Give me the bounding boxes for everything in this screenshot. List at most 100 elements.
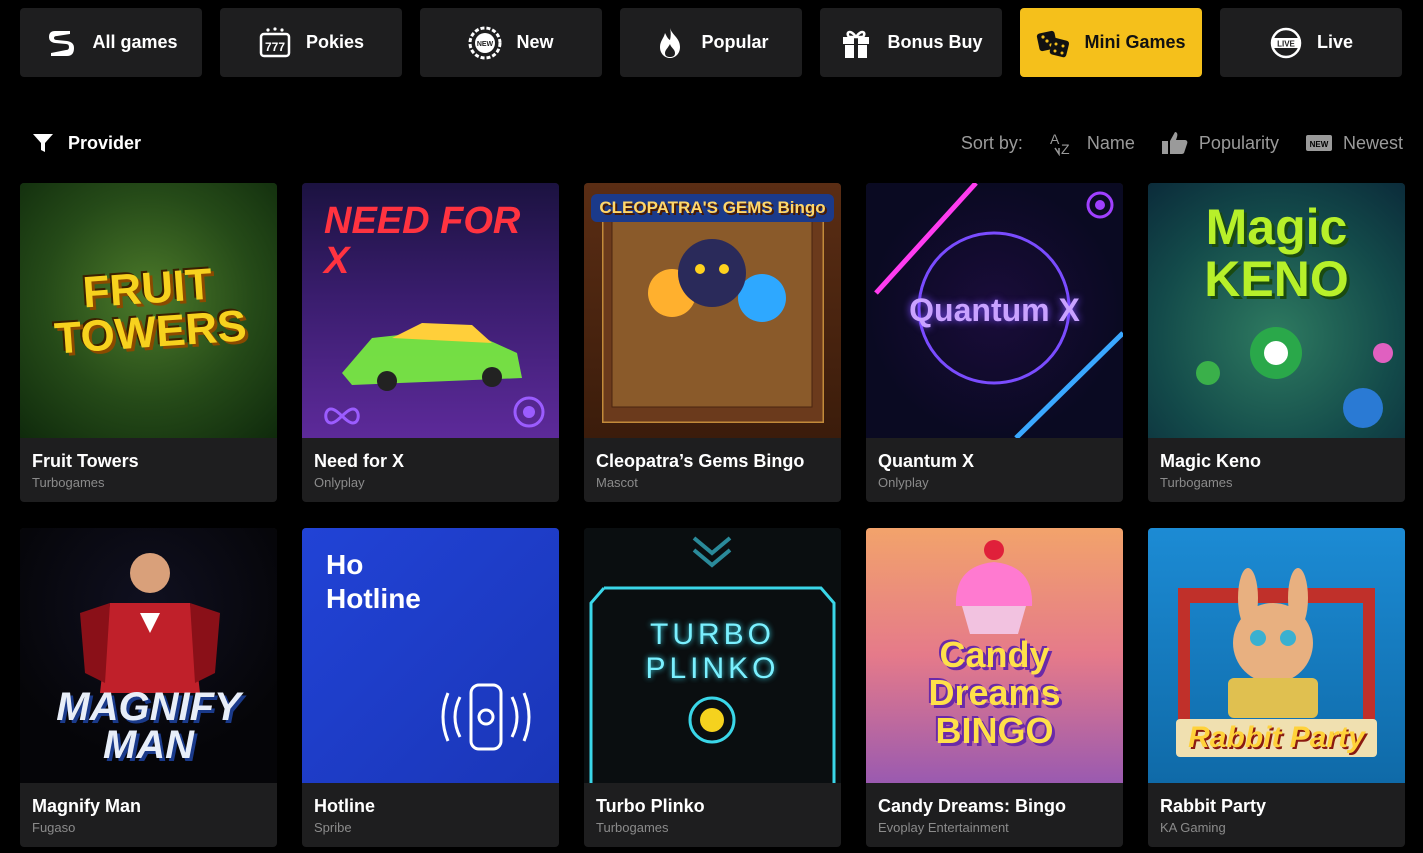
tab-new[interactable]: NEW New: [420, 8, 602, 77]
game-thumbnail[interactable]: Rabbit Party: [1148, 528, 1405, 783]
game-card-turbo-plinko[interactable]: TURBO PLINKO Turbo Plinko Turbogames: [584, 528, 841, 847]
game-provider: Spribe: [314, 820, 352, 835]
s-logo-icon: [44, 26, 78, 60]
game-thumbnail[interactable]: Candy Dreams BINGO: [866, 528, 1123, 783]
games-grid: FRUIT TOWERS Fruit Towers Turbogames NEE…: [20, 183, 1405, 847]
flame-icon: [653, 26, 687, 60]
game-card-fruit-towers[interactable]: FRUIT TOWERS Fruit Towers Turbogames: [20, 183, 277, 502]
game-provider: KA Gaming: [1160, 820, 1226, 835]
filter-sort-bar: Provider Sort by: AZ Name Popularity NEW…: [32, 128, 1403, 158]
svg-text:A: A: [1050, 131, 1060, 147]
new-badge-icon: NEW: [1305, 135, 1332, 151]
tab-mini-games[interactable]: Mini Games: [1020, 8, 1202, 77]
az-sort-icon: AZ: [1050, 131, 1070, 156]
game-name: Quantum X: [878, 451, 975, 471]
filter-icon: [33, 134, 53, 152]
game-art-title: FRUIT TOWERS: [52, 259, 248, 364]
game-thumbnail[interactable]: Ho Hotline: [302, 528, 559, 783]
tab-bonus-buy[interactable]: Bonus Buy: [820, 8, 1002, 77]
game-name: Turbo Plinko: [596, 796, 705, 816]
infinity-icon: [324, 407, 360, 425]
game-art-title: Quantum X: [909, 292, 1080, 328]
sort-popularity-label: Popularity: [1198, 132, 1279, 153]
slot-777-icon: 777: [258, 26, 292, 60]
svg-text:LIVE: LIVE: [1277, 39, 1295, 48]
game-provider: Turbogames: [596, 820, 669, 835]
tab-live[interactable]: LIVE Live: [1220, 8, 1402, 77]
game-art-title: Ho Hotline: [326, 549, 421, 614]
game-card-candy-dreams-bingo[interactable]: Candy Dreams BINGO Candy Dreams: Bingo E…: [866, 528, 1123, 847]
sort-name-label: Name: [1086, 132, 1135, 153]
tab-label: New: [516, 32, 554, 52]
dice-icon: [1036, 26, 1070, 60]
category-tabs: All games 777 Pokies NEW New Popular Bon…: [20, 8, 1402, 77]
target-icon: [513, 396, 545, 428]
tab-label: All games: [92, 32, 178, 52]
game-card-hotline[interactable]: Ho Hotline Hotline Spribe: [302, 528, 559, 847]
game-provider: Onlyplay: [878, 475, 929, 490]
game-art-title: Magic KENO: [1204, 199, 1349, 307]
game-art-title: Candy Dreams BINGO: [928, 634, 1061, 751]
sort-options: Sort by: AZ Name Popularity NEW Newest: [961, 130, 1403, 156]
game-name: Cleopatra’s Gems Bingo: [596, 451, 805, 471]
thumbs-up-icon: [1161, 132, 1188, 154]
game-thumbnail[interactable]: TURBO PLINKO: [584, 528, 841, 783]
game-card-need-for-x[interactable]: NEED FOR X Need for X Onlyplay: [302, 183, 559, 502]
provider-label: Provider: [68, 132, 142, 153]
game-card-magnify-man[interactable]: MAGNIFY MAN Magnify Man Fugaso: [20, 528, 277, 847]
keno-balls: [1196, 327, 1393, 428]
game-art-title: Rabbit Party: [1176, 719, 1377, 757]
game-card-cleopatras-gems-bingo[interactable]: CLEOPATRA'S GEMS Bingo Cleopatra’s Gems …: [584, 183, 841, 502]
tab-label: Mini Games: [1084, 32, 1186, 52]
game-provider: Turbogames: [32, 475, 105, 490]
svg-text:Z: Z: [1061, 141, 1070, 156]
game-provider: Fugaso: [32, 820, 76, 835]
car-illustration: [342, 323, 522, 391]
game-name: Candy Dreams: Bingo: [878, 796, 1067, 816]
tab-label: Popular: [701, 32, 769, 52]
svg-text:777: 777: [265, 40, 285, 54]
tab-all-games[interactable]: All games: [20, 8, 202, 77]
game-name: Magic Keno: [1160, 451, 1262, 471]
game-thumbnail[interactable]: MAGNIFY MAN: [20, 528, 277, 783]
tab-label: Bonus Buy: [887, 32, 983, 52]
game-card-rabbit-party[interactable]: Rabbit Party Rabbit Party KA Gaming: [1148, 528, 1405, 847]
game-name: Need for X: [314, 451, 405, 471]
game-thumbnail[interactable]: NEED FOR X: [302, 183, 559, 438]
game-thumbnail[interactable]: Quantum X: [866, 183, 1123, 438]
tab-label: Live: [1316, 32, 1354, 52]
game-provider: Mascot: [596, 475, 638, 490]
game-provider: Onlyplay: [314, 475, 365, 490]
game-thumbnail[interactable]: FRUIT TOWERS: [20, 183, 277, 438]
svg-text:NEW: NEW: [477, 41, 494, 48]
game-provider: Evoplay Entertainment: [878, 820, 1009, 835]
game-card-quantum-x[interactable]: Quantum X Quantum X Onlyplay: [866, 183, 1123, 502]
game-name: Magnify Man: [32, 796, 142, 816]
bingo-board: [602, 203, 824, 423]
sort-by-label: Sort by:: [960, 132, 1023, 153]
provider-filter-button[interactable]: Provider: [32, 132, 141, 154]
game-art-title: MAGNIFY MAN: [56, 685, 241, 767]
cupcake-illustration: [955, 540, 1033, 634]
tab-popular[interactable]: Popular: [620, 8, 802, 77]
game-art-title: CLEOPATRA'S GEMS Bingo: [591, 194, 834, 222]
game-card-magic-keno[interactable]: Magic KENO Magic Keno Turbogames: [1148, 183, 1405, 502]
game-name: Fruit Towers: [32, 451, 139, 471]
gift-icon: [839, 26, 873, 60]
sort-by-popularity[interactable]: Popularity: [1161, 130, 1279, 156]
game-art-title: NEED FOR X: [324, 200, 521, 282]
sort-newest-label: Newest: [1342, 132, 1403, 153]
new-badge-icon: NEW: [468, 26, 502, 60]
phone-icon: [441, 683, 531, 751]
tab-label: Pokies: [305, 32, 365, 52]
game-name: Hotline: [314, 796, 375, 816]
game-thumbnail[interactable]: CLEOPATRA'S GEMS Bingo: [584, 183, 841, 438]
tab-pokies[interactable]: 777 Pokies: [220, 8, 402, 77]
sort-by-newest[interactable]: NEW Newest: [1305, 130, 1403, 156]
game-provider: Turbogames: [1160, 475, 1233, 490]
svg-text:NEW: NEW: [1310, 140, 1329, 149]
live-badge-icon: LIVE: [1269, 26, 1303, 60]
game-thumbnail[interactable]: Magic KENO: [1148, 183, 1405, 438]
sort-by-name[interactable]: AZ Name: [1049, 130, 1135, 156]
game-name: Rabbit Party: [1160, 796, 1267, 816]
